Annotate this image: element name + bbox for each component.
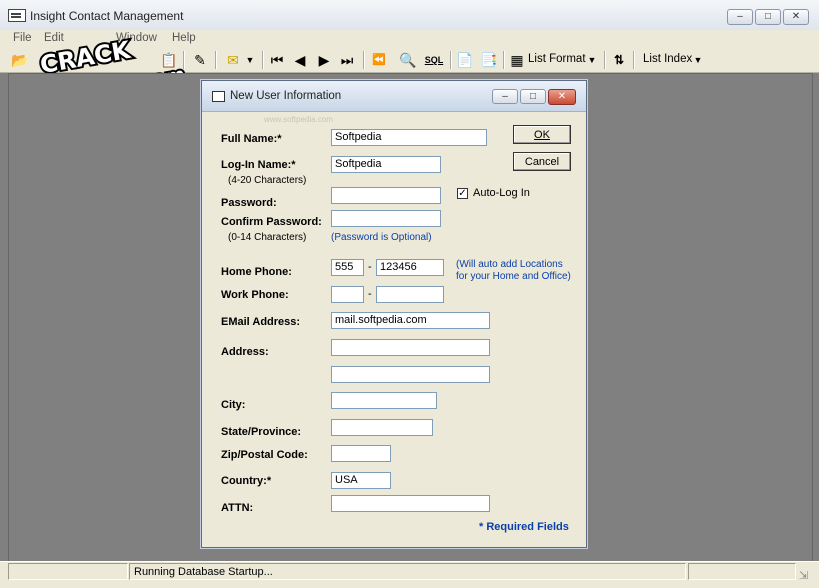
- work-phone-area-field[interactable]: [331, 286, 364, 303]
- chevron-down-icon[interactable]: ▼: [692, 51, 704, 69]
- dialog-maximize-button[interactable]: □: [520, 89, 546, 104]
- phone-note-line-1: (Will auto add Locations: [456, 259, 563, 270]
- email-field[interactable]: mail.softpedia.com: [331, 312, 490, 329]
- previous-record-icon[interactable]: ◀: [292, 51, 308, 69]
- next-record-icon[interactable]: ▶: [316, 51, 332, 69]
- attn-field[interactable]: [331, 495, 490, 512]
- maximize-button[interactable]: □: [755, 9, 781, 25]
- email-label: EMail Address:: [221, 316, 301, 328]
- toolbar-separator: [450, 51, 452, 69]
- full-name-label: Full Name:*: [221, 133, 282, 145]
- zip-label: Zip/Postal Code:: [221, 449, 308, 461]
- new-user-dialog: New User Information – □ ✕ www.softpedia…: [201, 80, 587, 548]
- password-hint: (0-14 Characters): [228, 232, 307, 243]
- dialog-icon: [212, 91, 225, 102]
- toolbar-separator: [363, 51, 365, 69]
- home-phone-label: Home Phone:: [221, 266, 292, 278]
- toolbar-separator: [262, 51, 264, 69]
- country-field[interactable]: USA: [331, 472, 391, 489]
- country-label: Country:*: [221, 475, 272, 487]
- dialog-title: New User Information: [230, 90, 342, 102]
- sql-icon[interactable]: SQL: [424, 51, 444, 69]
- confirm-password-field[interactable]: [331, 210, 441, 227]
- login-hint: (4-20 Characters): [228, 175, 307, 186]
- dialog-close-button[interactable]: ✕: [548, 89, 576, 105]
- city-field[interactable]: [331, 392, 437, 409]
- softpedia-watermark: www.softpedia.com: [264, 115, 333, 124]
- list-format-button[interactable]: List Format: [528, 53, 586, 65]
- status-message: Running Database Startup...: [129, 563, 686, 580]
- list-format-icon[interactable]: ▦: [508, 51, 526, 69]
- home-phone-area-field[interactable]: 555: [331, 259, 364, 276]
- toolbar-separator: [604, 51, 606, 69]
- edit-icon[interactable]: ✎: [190, 51, 210, 69]
- required-fields-note: * Required Fields: [479, 521, 569, 533]
- close-button[interactable]: ✕: [783, 9, 809, 25]
- confirm-password-label: Confirm Password:: [221, 216, 322, 228]
- login-name-label: Log-In Name:*: [221, 159, 296, 171]
- password-field[interactable]: [331, 187, 441, 204]
- ok-button[interactable]: OK: [513, 125, 571, 144]
- auto-login-label: Auto-Log In: [473, 187, 530, 199]
- status-pane-right: [688, 563, 796, 580]
- address-line-1-field[interactable]: [331, 339, 490, 356]
- full-name-field[interactable]: Softpedia: [331, 129, 487, 146]
- login-name-field[interactable]: Softpedia: [331, 156, 441, 173]
- binoculars-icon[interactable]: 🔍: [398, 51, 418, 69]
- state-label: State/Province:: [221, 426, 302, 438]
- rewind-icon[interactable]: ⏪: [370, 51, 388, 69]
- zip-field[interactable]: [331, 445, 391, 462]
- dialog-minimize-button[interactable]: –: [492, 89, 518, 104]
- state-field[interactable]: [331, 419, 433, 436]
- status-pane-left: [8, 563, 128, 580]
- mail-icon[interactable]: ✉: [222, 51, 244, 69]
- minimize-button[interactable]: –: [727, 9, 753, 25]
- work-phone-number-field[interactable]: [376, 286, 444, 303]
- address-line-2-field[interactable]: [331, 366, 490, 383]
- toolbar-separator: [503, 51, 505, 69]
- work-phone-label: Work Phone:: [221, 289, 289, 301]
- toolbar-separator: [633, 51, 635, 69]
- copy-icon[interactable]: 📑: [480, 51, 498, 69]
- document-icon[interactable]: 📄: [456, 51, 474, 69]
- toolbar-separator: [215, 51, 217, 69]
- address-label: Address:: [221, 346, 269, 358]
- cancel-button[interactable]: Cancel: [513, 152, 571, 171]
- password-optional-note: (Password is Optional): [331, 232, 432, 243]
- home-phone-dash: -: [368, 261, 372, 273]
- attn-label: ATTN:: [221, 502, 254, 514]
- resize-grip-icon[interactable]: ⇲: [799, 569, 813, 583]
- cancel-label: Cancel: [524, 156, 560, 168]
- first-record-icon[interactable]: ⏮: [268, 51, 286, 69]
- password-label: Password:: [221, 197, 277, 209]
- home-phone-number-field[interactable]: 123456: [376, 259, 444, 276]
- sort-icon[interactable]: ⇅: [610, 51, 628, 69]
- auto-login-checkbox[interactable]: ✓: [457, 188, 468, 199]
- work-phone-dash: -: [368, 288, 372, 300]
- city-label: City:: [221, 399, 246, 411]
- chevron-down-icon[interactable]: ▼: [244, 51, 256, 69]
- phone-note-line-2: for your Home and Office): [456, 271, 571, 282]
- ok-label: OK: [534, 129, 550, 141]
- last-record-icon[interactable]: ⏭: [338, 51, 356, 69]
- chevron-down-icon[interactable]: ▼: [586, 51, 598, 69]
- list-index-button[interactable]: List Index: [643, 53, 692, 65]
